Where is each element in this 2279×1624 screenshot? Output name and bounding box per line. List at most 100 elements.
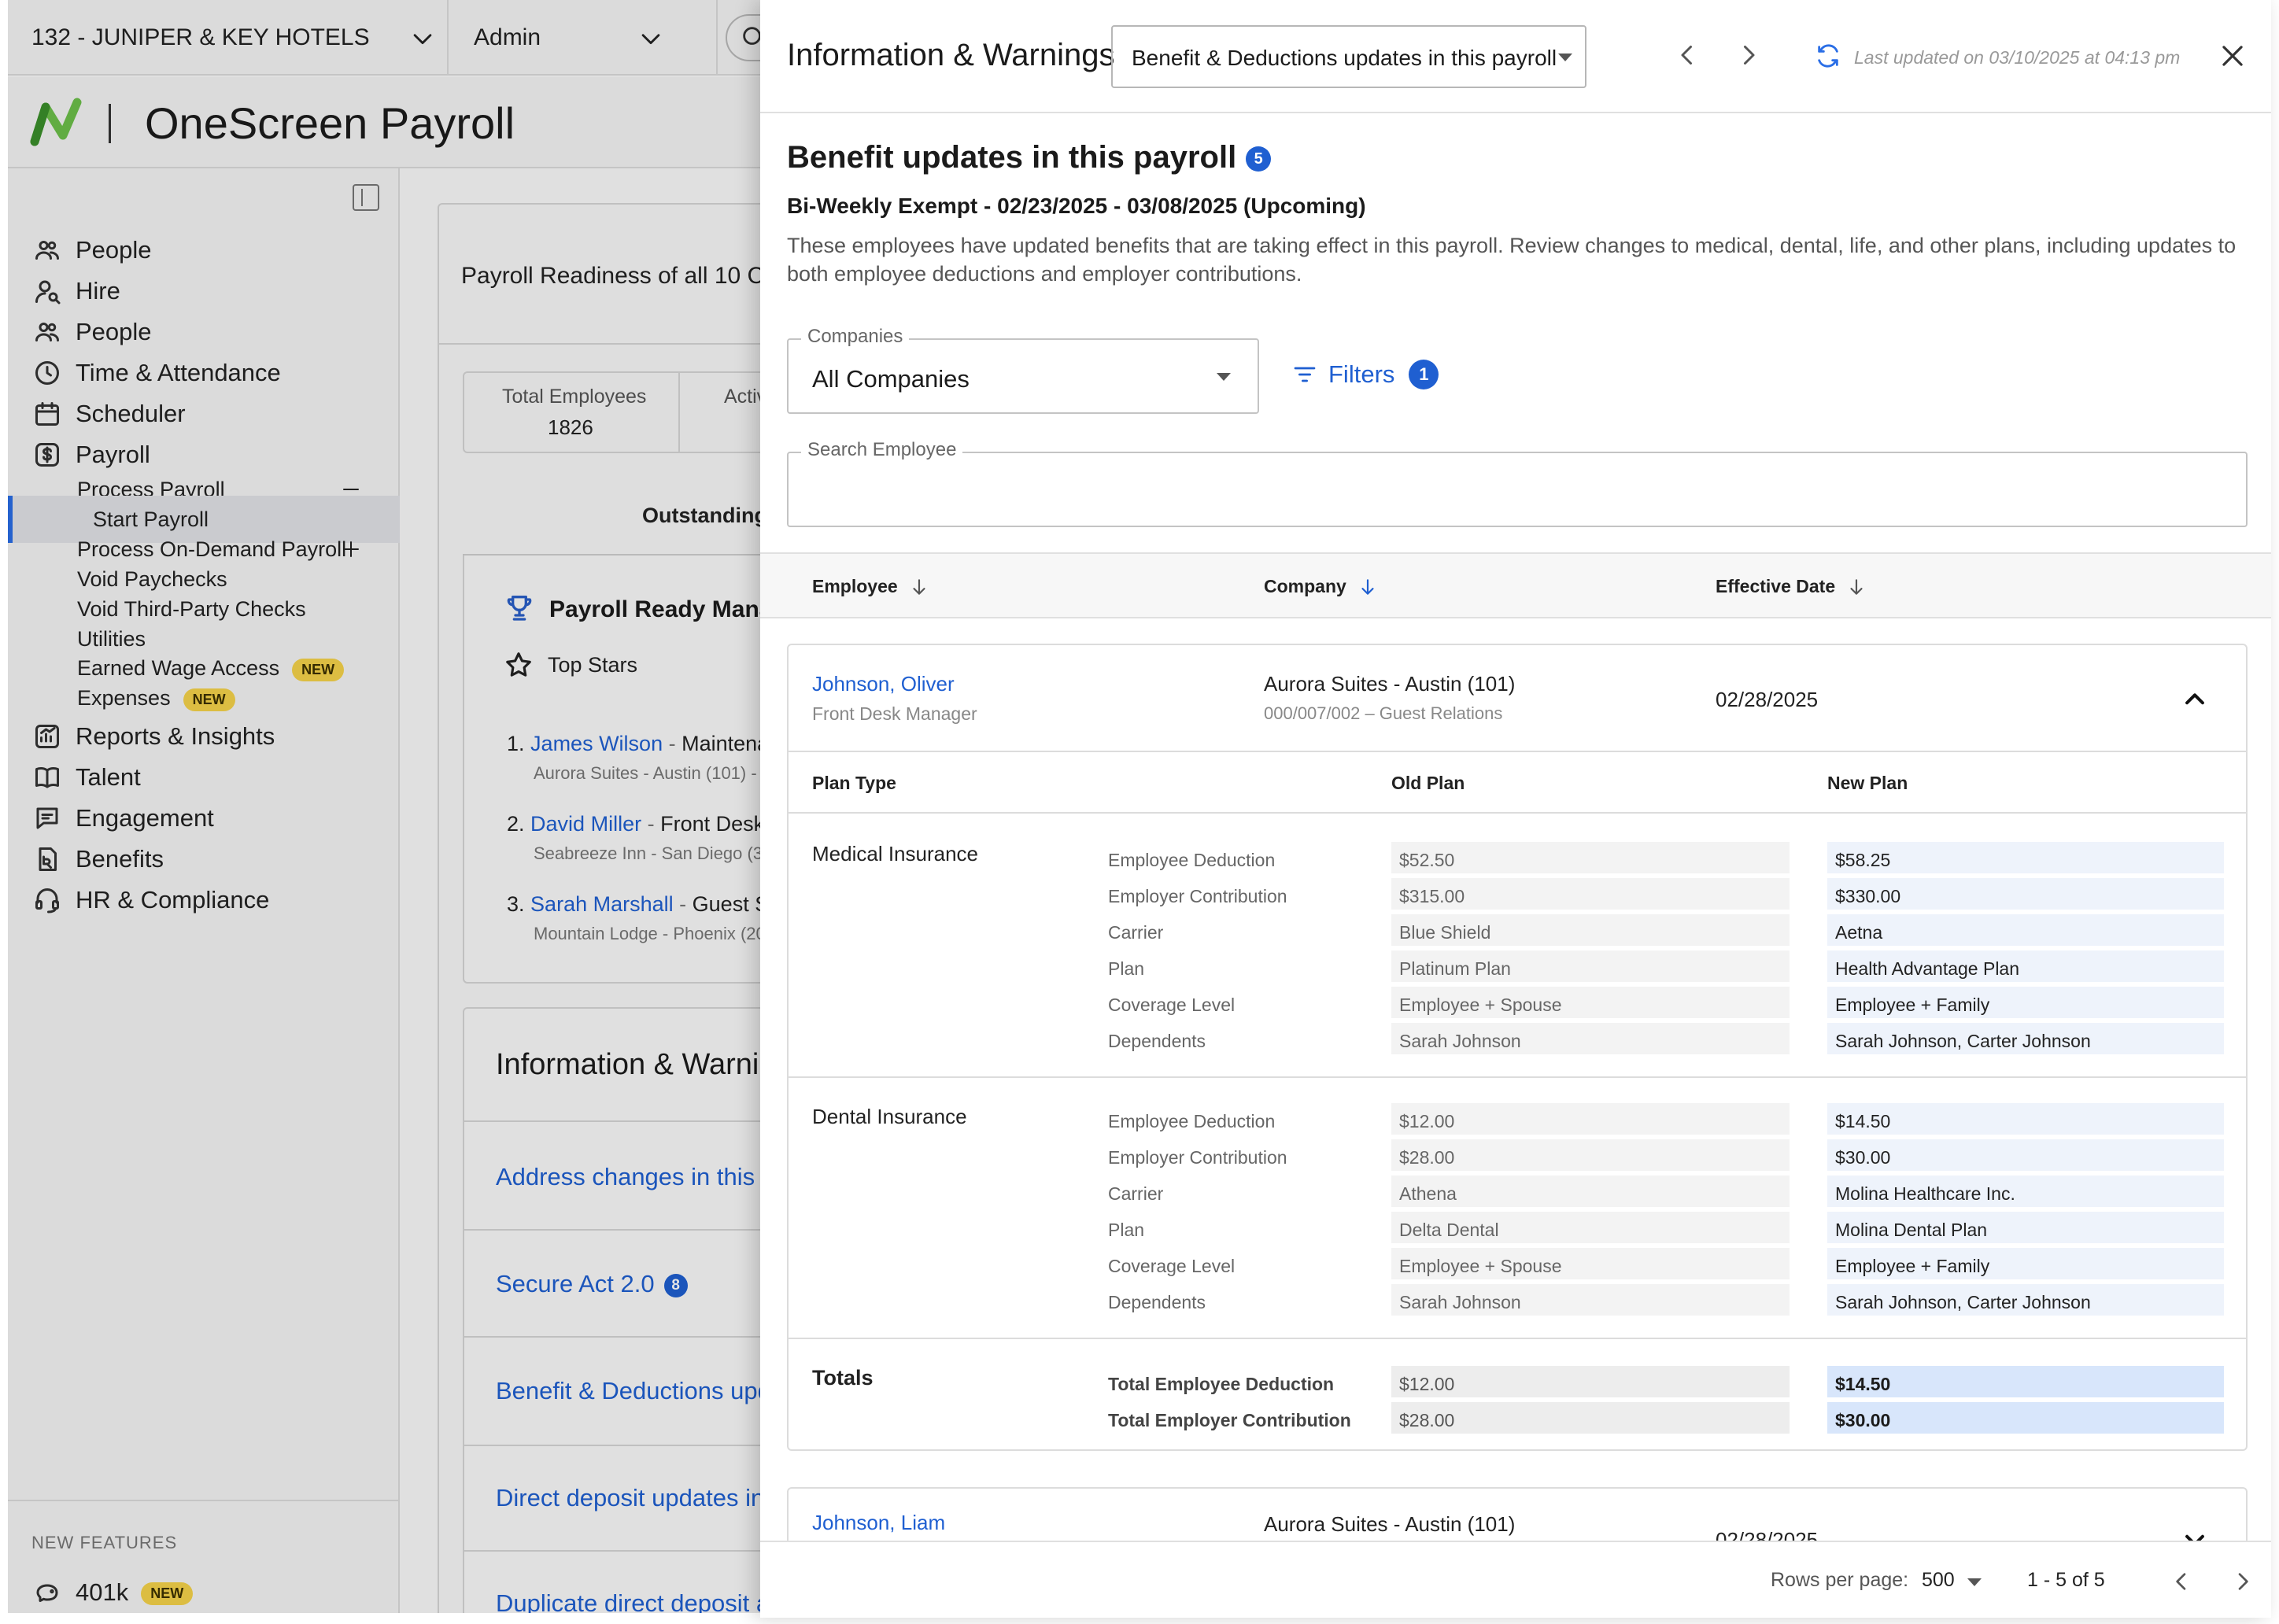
arrow-down-icon: [1361, 578, 1374, 595]
old-value: $28.00: [1391, 1139, 1790, 1171]
plan-row: Employee Deduction $12.00 $14.50: [789, 1103, 2246, 1135]
old-plan-header: Old Plan: [1391, 773, 1465, 793]
chevron-right-icon[interactable]: [1734, 41, 1763, 69]
field-label: Employer Contribution: [1108, 1147, 1287, 1168]
section-title: Benefit updates in this payroll 5: [787, 140, 1272, 175]
new-value: Molina Healthcare Inc.: [1827, 1176, 2224, 1207]
field-label: Plan: [1108, 1220, 1145, 1240]
companies-value: All Companies: [812, 365, 970, 393]
employee-role: Front Desk Manager: [812, 703, 977, 724]
plan-row: Employer Contribution $315.00 $330.00: [789, 878, 2246, 910]
column-label: Effective Date: [1716, 576, 1836, 596]
old-value: Employee + Spouse: [1391, 987, 1790, 1018]
old-value: Sarah Johnson: [1391, 1284, 1790, 1316]
new-value: Molina Dental Plan: [1827, 1212, 2224, 1243]
arrow-down-icon: [913, 578, 925, 595]
new-value: Employee + Family: [1827, 1248, 2224, 1279]
new-value: $14.50: [1827, 1366, 2224, 1397]
close-icon[interactable]: [2218, 41, 2248, 71]
old-value: $28.00: [1391, 1402, 1790, 1434]
field-label: Employer Contribution: [1108, 886, 1287, 906]
page-range: 1 - 5 of 5: [2027, 1569, 2105, 1591]
plan-group-dental: Dental Insurance Employee Deduction $12.…: [789, 1078, 2246, 1338]
sort-company[interactable]: Company: [1264, 576, 1378, 597]
plan-row: Dependents Sarah Johnson Sarah Johnson, …: [789, 1023, 2246, 1054]
plan-row: Employee Deduction $52.50 $58.25: [789, 842, 2246, 873]
category-select-value: Benefit & Deductions updates in this pay…: [1132, 46, 1557, 70]
new-value: Employee + Family: [1827, 987, 2224, 1018]
employee-name-link[interactable]: Johnson, Liam: [812, 1511, 945, 1535]
field-label: Carrier: [1108, 922, 1164, 943]
employee-name-link[interactable]: Johnson, Oliver: [812, 672, 955, 696]
field-label: Plan: [1108, 958, 1145, 979]
effective-date: 02/28/2025: [1716, 688, 1819, 711]
chevron-up-icon[interactable]: [2181, 686, 2208, 713]
category-select[interactable]: Benefit & Deductions updates in this pay…: [1111, 25, 1586, 88]
employee-company: Aurora Suites - Austin (101): [1264, 672, 1516, 696]
old-value: Platinum Plan: [1391, 950, 1790, 982]
chevron-right-icon[interactable]: [2230, 1569, 2255, 1594]
employee-card: Johnson, Oliver Front Desk Manager Auror…: [787, 644, 2248, 1451]
employee-card-header[interactable]: Johnson, Oliver Front Desk Manager Auror…: [789, 645, 2246, 752]
caret-down-icon[interactable]: [1967, 1578, 1982, 1586]
employee-company: Aurora Suites - Austin (101): [1264, 1512, 1516, 1536]
field-label: Total Employer Contribution: [1108, 1410, 1351, 1430]
field-label: Dependents: [1108, 1292, 1206, 1312]
old-value: $12.00: [1391, 1103, 1790, 1135]
refresh-icon[interactable]: [1815, 42, 1841, 69]
plan-row: Plan Delta Dental Molina Dental Plan: [789, 1212, 2246, 1243]
plan-row: Carrier Athena Molina Healthcare Inc.: [789, 1176, 2246, 1207]
caret-down-icon: [1558, 54, 1572, 61]
field-label: Carrier: [1108, 1183, 1164, 1204]
new-plan-header: New Plan: [1827, 773, 1908, 793]
old-value: $315.00: [1391, 878, 1790, 910]
search-employee-input[interactable]: Search Employee: [787, 439, 2248, 527]
new-value: Aetna: [1827, 914, 2224, 946]
filter-count-badge: 1: [1409, 360, 1439, 389]
rows-per-page-label: Rows per page:: [1771, 1569, 1909, 1591]
filter-icon: [1294, 367, 1316, 382]
old-value: Delta Dental: [1391, 1212, 1790, 1243]
new-value: Sarah Johnson, Carter Johnson: [1827, 1023, 2224, 1054]
old-value: Blue Shield: [1391, 914, 1790, 946]
sort-employee[interactable]: Employee: [812, 576, 929, 597]
sort-effective-date[interactable]: Effective Date: [1716, 576, 1867, 597]
old-value: $12.00: [1391, 1366, 1790, 1397]
plan-row: Dependents Sarah Johnson Sarah Johnson, …: [789, 1284, 2246, 1316]
plan-row: Employer Contribution $28.00 $30.00: [789, 1139, 2246, 1171]
plan-group-medical: Medical Insurance Employee Deduction $52…: [789, 815, 2246, 1076]
field-label: Coverage Level: [1108, 995, 1236, 1015]
field-label: Total Employee Deduction: [1108, 1374, 1335, 1394]
new-value: Health Advantage Plan: [1827, 950, 2224, 982]
new-value: $330.00: [1827, 878, 2224, 910]
field-label: Employee Deduction: [1108, 850, 1276, 870]
arrow-down-icon: [1850, 578, 1863, 595]
pay-period-label: Bi-Weekly Exempt - 02/23/2025 - 03/08/20…: [787, 194, 1366, 218]
column-label: Company: [1264, 576, 1346, 596]
section-description: These employees have updated benefits th…: [787, 234, 2237, 286]
field-label: Employee Deduction: [1108, 1111, 1276, 1131]
old-value: Sarah Johnson: [1391, 1023, 1790, 1054]
plan-row: Plan Platinum Plan Health Advantage Plan: [789, 950, 2246, 982]
companies-select[interactable]: Companies All Companies: [787, 326, 1259, 414]
chevron-left-icon[interactable]: [2169, 1569, 2194, 1594]
new-value: $30.00: [1827, 1139, 2224, 1171]
new-value: $58.25: [1827, 842, 2224, 873]
table-header: Employee Company Effective Date: [760, 552, 2271, 618]
header-divider: [760, 112, 2271, 113]
chevron-left-icon[interactable]: [1673, 41, 1701, 69]
plan-row: Carrier Blue Shield Aetna: [789, 914, 2246, 946]
old-value: Employee + Spouse: [1391, 1248, 1790, 1279]
filters-button[interactable]: Filters 1: [1292, 351, 1439, 398]
column-label: Employee: [812, 576, 898, 596]
totals-row: Total Employee Deduction $12.00 $14.50: [789, 1366, 2246, 1397]
field-label: Coverage Level: [1108, 1256, 1236, 1276]
employee-department: 000/007/002 – Guest Relations: [1264, 703, 1503, 723]
field-label: Dependents: [1108, 1031, 1206, 1051]
plan-row: Coverage Level Employee + Spouse Employe…: [789, 1248, 2246, 1279]
totals-row: Total Employer Contribution $28.00 $30.0…: [789, 1402, 2246, 1434]
information-warnings-drawer: Information & Warnings Benefit & Deducti…: [760, 0, 2271, 1618]
count-badge: 5: [1246, 146, 1272, 172]
section-title-text: Benefit updates in this payroll: [787, 140, 1237, 175]
rows-per-page-select[interactable]: 500: [1922, 1569, 1955, 1592]
